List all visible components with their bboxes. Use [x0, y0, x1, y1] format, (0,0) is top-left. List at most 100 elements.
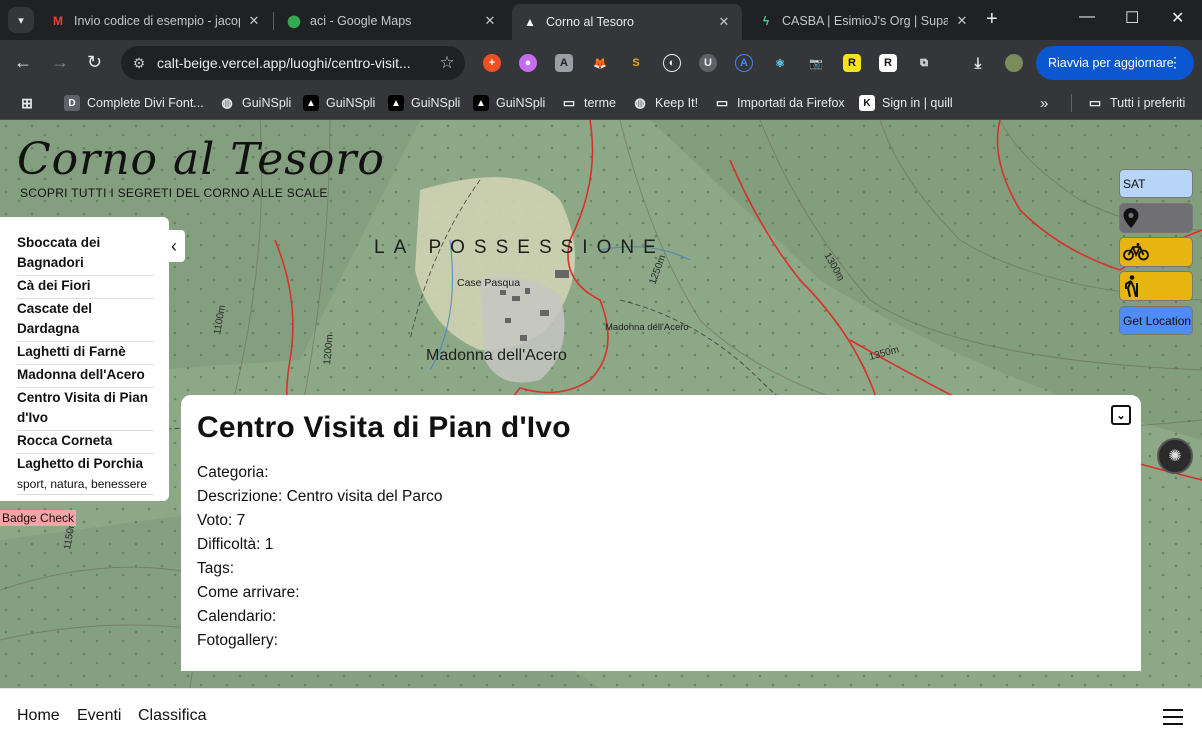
reload-button[interactable]: ↻ [87, 52, 102, 72]
menu-icon[interactable] [1163, 709, 1183, 725]
forward-button[interactable]: → [51, 52, 69, 72]
extensions-puzzle-icon[interactable]: ⧉ [915, 54, 933, 72]
bookmark-item[interactable]: ◍ Keep It! [632, 93, 698, 113]
sidebar-item-description: sport, natura, benessere [17, 476, 154, 495]
tab-bar: ▾ M Invio codice di esempio - jacop ✕ ⬤ … [0, 0, 1202, 40]
metamask-icon[interactable]: 🦊 [591, 54, 609, 72]
back-button[interactable]: ← [14, 52, 32, 72]
vercel-icon: ▲ [388, 95, 404, 111]
apps-grid-icon: ⊞ [21, 94, 33, 111]
field-categoria: Categoria: [197, 464, 269, 481]
arrow-left-icon: ← [14, 52, 32, 72]
tab-google-maps[interactable]: ⬤ aci - Google Maps ✕ [276, 6, 508, 36]
close-icon[interactable]: ✕ [482, 13, 498, 29]
arrow-right-icon: → [51, 52, 69, 72]
divi-icon: D [64, 95, 80, 111]
download-icon[interactable]: ⤓ [969, 54, 987, 72]
address-bar[interactable]: ⚙ calt-beige.vercel.app/luoghi/centro-vi… [121, 46, 465, 80]
maps-icon: ⬤ [287, 14, 301, 28]
profile-avatar[interactable] [1005, 54, 1023, 72]
bottom-navigation: Home Eventi Classifica [0, 688, 1202, 752]
k-icon: K [859, 95, 875, 111]
close-window-button[interactable]: ✕ [1171, 8, 1184, 28]
tab-corno-al-tesoro[interactable]: ▲ Corno al Tesoro ✕ [512, 4, 742, 40]
globe-icon: ◍ [221, 95, 233, 110]
apps-button[interactable]: ⊞ [19, 93, 42, 113]
bookmark-item[interactable]: D Complete Divi Font... [64, 93, 204, 113]
bookmark-item[interactable]: K Sign in | quill [859, 93, 953, 113]
nav-classifica[interactable]: Classifica [138, 707, 206, 725]
bike-routes-button[interactable] [1119, 237, 1193, 267]
map-label-region: LA POSSESSIONE [374, 237, 665, 258]
more-vert-icon[interactable]: ⋮ [1168, 54, 1182, 71]
tab-gmail[interactable]: M Invio codice di esempio - jacop ✕ [40, 6, 272, 36]
bookmark-item[interactable]: ▲ GuiNSpli [388, 93, 460, 113]
camera-icon[interactable]: 📷 [807, 54, 825, 72]
gmail-icon: M [53, 14, 63, 28]
close-icon[interactable]: ✕ [954, 13, 970, 29]
sidebar-item-centro-visita[interactable]: Centro Visita di Pian d'Ivo [17, 388, 154, 431]
react-devtools-icon[interactable]: ⚛ [771, 54, 789, 72]
bookmark-star-icon[interactable]: ☆ [429, 53, 465, 73]
sidebar-item-porchia[interactable]: Laghetto di Porchia [17, 454, 154, 476]
new-tab-button[interactable]: + [986, 9, 998, 29]
map-label-place: Case Pasqua [457, 277, 520, 289]
satellite-toggle-button[interactable]: SAT [1119, 169, 1193, 198]
card-collapse-button[interactable]: ⌄ [1111, 405, 1131, 425]
minimize-button[interactable]: — [1079, 8, 1095, 26]
nav-eventi[interactable]: Eventi [77, 707, 121, 725]
field-come-arrivare: Come arrivare: [197, 584, 300, 601]
maximize-button[interactable]: ☐ [1125, 8, 1139, 28]
chevron-double-right-icon: » [1040, 94, 1049, 112]
sidebar-item-rocca-corneta[interactable]: Rocca Corneta [17, 431, 154, 454]
field-calendario: Calendario: [197, 608, 277, 625]
tab-separator [273, 12, 274, 30]
close-icon[interactable]: ✕ [246, 13, 262, 29]
site-info-icon[interactable]: ⚙ [121, 55, 157, 72]
spinner-icon: ✺ [1168, 448, 1182, 465]
collapse-down-icon: ⌄ [1116, 409, 1126, 422]
plus-icon: + [986, 8, 998, 30]
extension-u-icon[interactable]: U [699, 54, 717, 72]
hiking-routes-button[interactable] [1119, 271, 1193, 301]
extension-r-yellow-icon[interactable]: R [843, 54, 861, 72]
tab-search-button[interactable]: ▾ [8, 7, 34, 33]
extension-r-white-icon[interactable]: R [879, 54, 897, 72]
extension-s-icon[interactable]: S [627, 54, 645, 72]
sidebar-item-ca-dei-fiori[interactable]: Cà dei Fiori [17, 276, 154, 299]
places-filter-button[interactable] [1119, 203, 1193, 233]
sidebar-item-laghetti-farne[interactable]: Laghetti di Farnè [17, 342, 154, 365]
chevron-down-icon: ▾ [18, 14, 24, 27]
get-location-button[interactable]: Get Location [1119, 306, 1193, 335]
bookmarks-bar: ⊞ D Complete Divi Font... ◍ GuiNSpli ▲ GuiN… [0, 86, 1202, 120]
bookmark-item[interactable]: ◍ GuiNSpli [219, 93, 291, 113]
sidebar-item-cascate[interactable]: Cascate del Dardagna [17, 299, 154, 342]
extension-font-icon[interactable]: A [555, 54, 573, 72]
bookmark-folder[interactable]: ▭ terme [561, 93, 616, 113]
close-icon: ✕ [1171, 10, 1185, 27]
sidebar-item-sboccata[interactable]: Sboccata dei Bagnadori [17, 233, 154, 276]
extension-circle-icon[interactable]: ◐ [663, 54, 681, 72]
extension-blob-icon[interactable]: ● [519, 54, 537, 72]
close-icon[interactable]: ✕ [716, 14, 732, 30]
field-difficolta: Difficoltà: 1 [197, 536, 274, 553]
bookmark-folder[interactable]: ▭ Importati da Firefox [714, 93, 845, 113]
field-tags: Tags: [197, 560, 235, 577]
extension-plus-icon[interactable]: + [483, 54, 501, 72]
bicycle-icon [1123, 243, 1149, 261]
bookmark-item[interactable]: ▲ GuiNSpli [303, 93, 375, 113]
sidebar-collapse-button[interactable]: ‹ [163, 230, 185, 262]
bookmark-item[interactable]: ▲ GuiNSpli [473, 93, 545, 113]
field-voto: Voto: 7 [197, 512, 246, 529]
extension-a-icon[interactable]: A [735, 54, 753, 72]
supabase-icon: ϟ [762, 14, 770, 28]
bookmarks-overflow-button[interactable]: » [1040, 93, 1048, 113]
tab-supabase[interactable]: ϟ CASBA | EsimioJ's Org | Supaba ✕ [748, 6, 980, 36]
nav-home[interactable]: Home [17, 707, 60, 725]
update-button[interactable]: Riavvia per aggiornare ⋮ [1036, 46, 1194, 80]
maximize-icon: ☐ [1125, 10, 1140, 27]
badge-check-button[interactable]: Badge Check [0, 510, 77, 526]
all-bookmarks-folder[interactable]: ▭ Tutti i preferiti [1087, 93, 1185, 113]
url-text[interactable]: calt-beige.vercel.app/luoghi/centro-visi… [157, 55, 429, 71]
sidebar-item-madonna-acero[interactable]: Madonna dell'Acero [17, 365, 154, 388]
